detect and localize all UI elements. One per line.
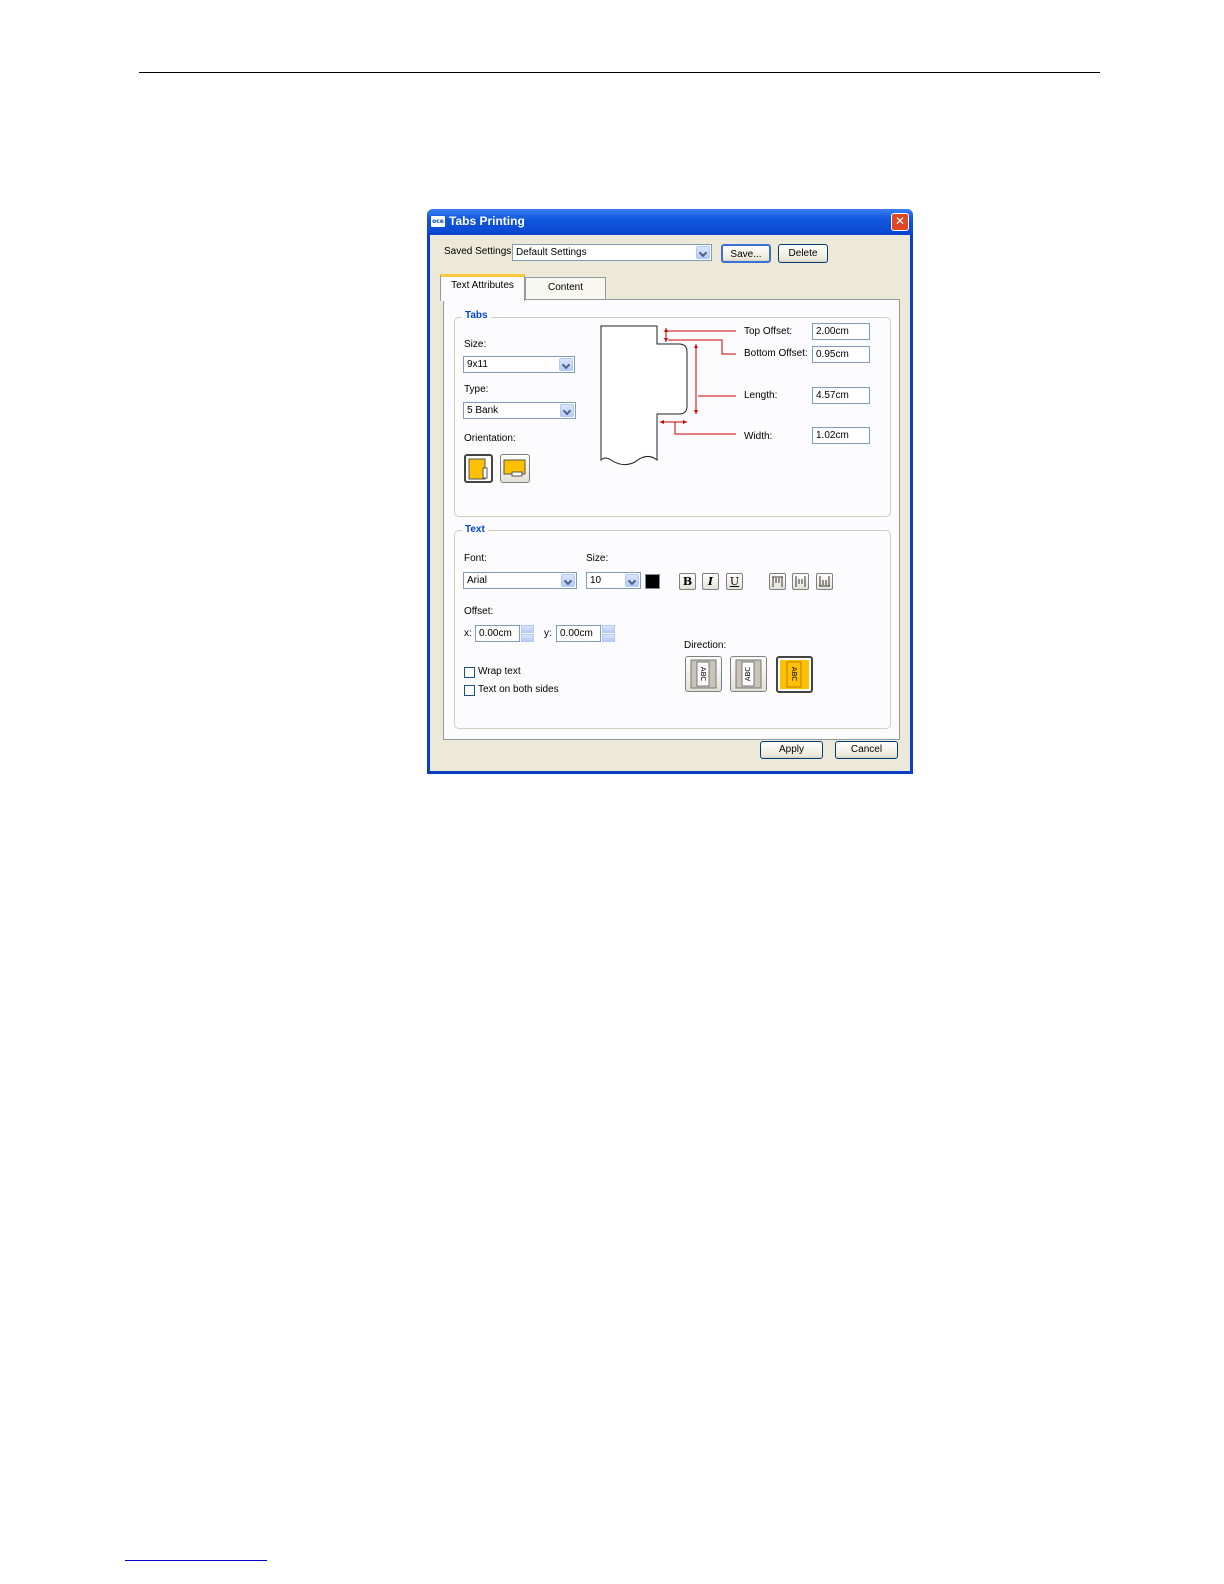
- tab-content[interactable]: Content: [525, 277, 606, 299]
- tab-type-label: Type:: [464, 384, 489, 395]
- chevron-down-icon[interactable]: [559, 358, 573, 371]
- tab-size-label: Size:: [464, 339, 487, 350]
- footer-rule: [125, 1560, 267, 1561]
- chevron-down-icon[interactable]: [561, 574, 575, 587]
- offset-y-label: y:: [544, 628, 552, 639]
- align-middle-icon: [795, 576, 806, 587]
- font-label: Font:: [464, 553, 487, 564]
- bottom-offset-label: Bottom Offset:: [744, 348, 808, 359]
- bottom-offset-value: 0.95cm: [816, 349, 849, 360]
- tabs-group-title: Tabs: [462, 310, 491, 321]
- length-value: 4.57cm: [816, 390, 849, 401]
- offset-x-value: 0.00cm: [479, 628, 512, 639]
- dialog-title: Tabs Printing: [449, 214, 525, 228]
- orientation-portrait-button[interactable]: [464, 454, 493, 483]
- text-color-swatch[interactable]: [645, 574, 660, 589]
- chevron-down-icon[interactable]: [560, 404, 574, 417]
- width-input[interactable]: 1.02cm: [812, 427, 870, 444]
- font-select[interactable]: Arial: [463, 572, 577, 589]
- direction-selected-button[interactable]: ABC: [776, 656, 813, 693]
- saved-settings-select[interactable]: Default Settings: [512, 244, 712, 261]
- tab-panel: Tabs Size: 9x11 Type: 5 Bank Orientation…: [443, 299, 900, 740]
- width-label: Width:: [744, 431, 773, 442]
- bold-button[interactable]: B: [679, 573, 696, 590]
- tabs-printing-dialog: oce Tabs Printing ✕ Saved Settings: Defa…: [427, 209, 913, 774]
- cancel-button[interactable]: Cancel: [835, 741, 898, 759]
- align-bottom-icon: [819, 576, 830, 587]
- spin-up-icon[interactable]: [521, 625, 534, 633]
- both-sides-label: Text on both sides: [478, 684, 559, 695]
- font-value: Arial: [467, 575, 488, 586]
- direction-up-icon: ABC: [735, 659, 762, 689]
- direction-selected-icon: ABC: [780, 660, 809, 689]
- delete-button[interactable]: Delete: [778, 244, 828, 263]
- top-offset-value: 2.00cm: [816, 326, 849, 337]
- align-middle-button[interactable]: [792, 573, 809, 590]
- chevron-down-icon[interactable]: [625, 574, 639, 587]
- font-size-label: Size:: [586, 553, 609, 564]
- spin-down-icon[interactable]: [521, 634, 534, 642]
- app-logo-icon: oce: [431, 216, 445, 227]
- italic-button[interactable]: I: [702, 573, 719, 590]
- wrap-text-checkbox[interactable]: [464, 667, 475, 678]
- top-rule: [139, 72, 1100, 73]
- spin-up-icon[interactable]: [602, 625, 615, 633]
- both-sides-checkbox[interactable]: [464, 685, 475, 696]
- landscape-tab-icon: [503, 459, 526, 477]
- saved-settings-value: Default Settings: [516, 247, 587, 258]
- tab-size-value: 9x11: [467, 359, 488, 370]
- direction-sample: ABC: [790, 667, 798, 681]
- chevron-down-icon[interactable]: [696, 246, 710, 259]
- dialog-client: Saved Settings: Default Settings Save...…: [430, 235, 910, 771]
- offset-y-input[interactable]: 0.00cm: [556, 625, 601, 642]
- saved-settings-label: Saved Settings:: [444, 246, 515, 257]
- length-label: Length:: [744, 390, 778, 401]
- width-value: 1.02cm: [816, 430, 849, 441]
- text-group-title: Text: [462, 524, 488, 535]
- wrap-text-label: Wrap text: [478, 666, 521, 677]
- bottom-offset-input[interactable]: 0.95cm: [812, 346, 870, 363]
- tab-size-select[interactable]: 9x11: [463, 356, 575, 373]
- offset-x-label: x:: [464, 628, 472, 639]
- align-top-icon: [772, 576, 783, 587]
- direction-sample: ABC: [699, 667, 707, 681]
- align-top-button[interactable]: [769, 573, 786, 590]
- tab-type-select[interactable]: 5 Bank: [463, 402, 576, 419]
- spin-down-icon[interactable]: [602, 634, 615, 642]
- orientation-landscape-button[interactable]: [500, 454, 530, 483]
- tab-type-value: 5 Bank: [467, 405, 499, 416]
- underline-button[interactable]: U: [726, 573, 743, 590]
- offset-y-spinner[interactable]: [602, 625, 616, 642]
- portrait-tab-icon: [468, 458, 488, 480]
- tab-text-attributes[interactable]: Text Attributes: [440, 274, 525, 301]
- offset-label: Offset:: [464, 606, 494, 617]
- title-bar[interactable]: oce Tabs Printing ✕: [427, 209, 913, 235]
- apply-button[interactable]: Apply: [760, 741, 823, 759]
- direction-down-icon: ABC: [690, 659, 717, 689]
- top-offset-input[interactable]: 2.00cm: [812, 323, 870, 340]
- align-bottom-button[interactable]: [816, 573, 833, 590]
- save-button[interactable]: Save...: [721, 244, 771, 263]
- font-size-value: 10: [590, 575, 602, 586]
- top-offset-label: Top Offset:: [744, 326, 793, 337]
- orientation-label: Orientation:: [464, 433, 516, 444]
- direction-rotate-right-button[interactable]: ABC: [685, 656, 722, 692]
- direction-rotate-left-button[interactable]: ABC: [730, 656, 767, 692]
- direction-label: Direction:: [684, 640, 727, 651]
- font-size-select[interactable]: 10: [586, 572, 641, 589]
- offset-x-input[interactable]: 0.00cm: [475, 625, 520, 642]
- offset-y-value: 0.00cm: [560, 628, 593, 639]
- offset-x-spinner[interactable]: [521, 625, 535, 642]
- length-input[interactable]: 4.57cm: [812, 387, 870, 404]
- direction-sample: ABC: [744, 667, 752, 681]
- close-button[interactable]: ✕: [891, 213, 909, 231]
